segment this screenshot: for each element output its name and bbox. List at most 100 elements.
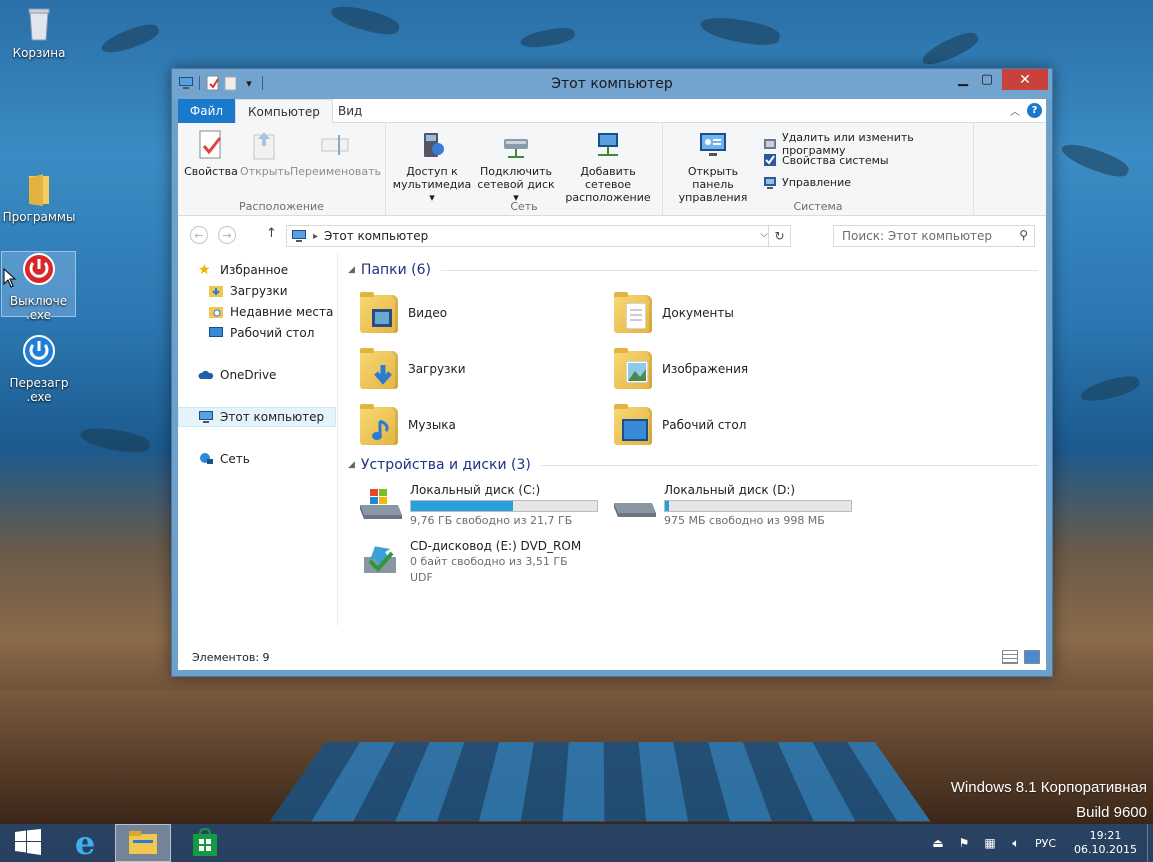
breadcrumb-chevron-icon[interactable]: ▸: [313, 231, 318, 242]
control-panel-icon: [697, 129, 729, 161]
status-bar: Элементов: 9: [178, 646, 1046, 670]
drive-item-d[interactable]: Локальный диск (D:) 975 МБ свободно из 9…: [612, 483, 862, 535]
start-button[interactable]: [0, 824, 56, 862]
nav-item-this-pc[interactable]: Этот компьютер: [178, 407, 336, 427]
taskbar-internet-explorer[interactable]: e: [57, 824, 113, 862]
clock[interactable]: 19:21 06.10.2015: [1074, 829, 1137, 857]
folder-item-desktop[interactable]: Рабочий стол: [612, 399, 852, 451]
refresh-button[interactable]: ↻: [768, 226, 790, 246]
action-center-flag-icon[interactable]: ⚑: [953, 835, 975, 851]
map-drive-button[interactable]: Подключить сетевой диск ▾: [476, 129, 556, 204]
collapse-ribbon-icon[interactable]: ︿: [1010, 103, 1020, 118]
forward-button[interactable]: →: [218, 226, 236, 244]
content-pane: ◢ Папки (6) Видео Документы Загрузки Изо…: [338, 253, 1046, 626]
media-access-button[interactable]: Доступ к мультимедиа ▾: [390, 129, 474, 204]
uninstall-icon: [763, 137, 777, 151]
windows-drive-icon: [358, 485, 404, 521]
search-input[interactable]: Поиск: Этот компьютер ⚲: [833, 225, 1035, 247]
folder-item-music[interactable]: Музыка: [358, 399, 598, 451]
help-icon[interactable]: ?: [1027, 103, 1042, 118]
address-history-dropdown-icon[interactable]: ⌵: [760, 229, 768, 240]
folder-item-pictures[interactable]: Изображения: [612, 343, 852, 395]
drive-name: Локальный диск (D:): [664, 483, 796, 497]
address-bar[interactable]: ▸ Этот компьютер ⌵ ↻: [286, 225, 791, 247]
downloads-folder-icon: [358, 347, 400, 391]
star-icon: ★: [198, 262, 211, 278]
nav-item-network[interactable]: Сеть: [178, 449, 336, 469]
tab-computer[interactable]: Компьютер: [235, 99, 333, 124]
manage-button[interactable]: Управление: [763, 175, 851, 189]
rename-button[interactable]: Переименовать: [290, 129, 381, 178]
music-folder-icon: [358, 403, 400, 447]
desktop-icon-restart[interactable]: Перезагр .exe: [0, 334, 78, 404]
drive-file-system: UDF: [410, 571, 433, 584]
drive-item-e[interactable]: CD-дисковод (E:) DVD_ROM 0 байт свободно…: [358, 539, 608, 587]
desktop-icon-label: Корзина: [12, 46, 66, 60]
collapse-triangle-icon: ◢: [348, 265, 355, 275]
taskbar-store[interactable]: [177, 824, 233, 862]
media-server-icon: [416, 129, 448, 161]
network-status-icon[interactable]: ▦: [979, 835, 1001, 851]
details-view-icon[interactable]: [1002, 650, 1018, 664]
volume-icon[interactable]: 🔈︎: [1005, 835, 1027, 851]
recent-places-icon: [208, 305, 224, 319]
group-label-system: Система: [793, 200, 843, 213]
item-count: Элементов: 9: [192, 651, 270, 664]
system-tray: ⏏ ⚑ ▦ 🔈︎ РУС 19:21 06.10.2015: [925, 824, 1153, 862]
ribbon-tabs: Файл Компьютер Вид ︿ ?: [178, 99, 1046, 124]
drive-item-c[interactable]: Локальный диск (C:) 9,76 ГБ свободно из …: [358, 483, 608, 535]
system-properties-button[interactable]: Свойства системы: [763, 153, 889, 167]
nav-item-recent[interactable]: Недавние места: [178, 302, 336, 322]
windows-logo-icon: [15, 828, 41, 858]
desktop-icon-programs[interactable]: Программы: [0, 168, 78, 224]
network-drive-icon: [500, 129, 532, 161]
desktop-icon-recycle-bin[interactable]: Корзина: [0, 4, 78, 60]
folders-section-header[interactable]: ◢ Папки (6): [348, 262, 1038, 278]
folder-item-video[interactable]: Видео: [358, 287, 598, 339]
add-network-location-button[interactable]: Добавить сетевое расположение: [558, 129, 658, 204]
tab-file[interactable]: Файл: [178, 99, 235, 123]
manage-icon: [763, 175, 777, 189]
search-icon[interactable]: ⚲: [1019, 228, 1028, 242]
video-folder-icon: [358, 291, 400, 335]
properties-button[interactable]: Свойства: [184, 129, 238, 178]
minimize-button[interactable]: ▁: [950, 69, 976, 90]
store-icon: [191, 827, 219, 859]
windows-build: Build 9600: [1076, 804, 1147, 821]
group-label-location: Расположение: [239, 200, 324, 213]
folder-icon: [19, 168, 59, 208]
nav-item-favorites[interactable]: ★ Избранное: [178, 260, 336, 280]
navigation-bar: ← → ↑ ▸ Этот компьютер ⌵ ↻ Поиск: Этот к…: [178, 216, 1046, 253]
windows-edition: Windows 8.1 Корпоративная: [950, 779, 1147, 796]
desktop-icon: [208, 326, 224, 340]
pictures-folder-icon: [612, 347, 654, 391]
explorer-window[interactable]: ▾ Этот компьютер ▁ ▢ ✕ Файл Компьютер Ви…: [171, 68, 1053, 677]
safely-remove-hardware-icon[interactable]: ⏏: [927, 835, 949, 851]
drive-free-space: 9,76 ГБ свободно из 21,7 ГБ: [410, 514, 573, 527]
desktop-icon-label: Выключе .exe: [9, 294, 68, 322]
title-bar[interactable]: ▾ Этот компьютер ▁ ▢ ✕: [172, 69, 1052, 99]
desktop-icon-label: Программы: [2, 210, 76, 224]
nav-item-onedrive[interactable]: OneDrive: [178, 365, 336, 385]
up-button[interactable]: ↑: [266, 226, 277, 241]
folder-item-downloads[interactable]: Загрузки: [358, 343, 598, 395]
control-panel-button[interactable]: Открыть панель управления: [667, 129, 759, 204]
drive-usage-fill: [411, 501, 514, 511]
maximize-button[interactable]: ▢: [974, 69, 1000, 90]
input-language-indicator[interactable]: РУС: [1035, 837, 1056, 850]
open-button[interactable]: Открыть: [240, 129, 290, 178]
nav-item-desktop[interactable]: Рабочий стол: [178, 323, 336, 343]
close-button[interactable]: ✕: [1002, 69, 1048, 90]
devices-section-header[interactable]: ◢ Устройства и диски (3): [348, 457, 1038, 473]
nav-item-downloads[interactable]: Загрузки: [178, 281, 336, 301]
tab-view[interactable]: Вид: [326, 99, 374, 123]
back-button[interactable]: ←: [190, 226, 208, 244]
folder-item-documents[interactable]: Документы: [612, 287, 852, 339]
taskbar-file-explorer[interactable]: [115, 824, 171, 862]
breadcrumb-item[interactable]: Этот компьютер: [324, 229, 428, 243]
show-desktop-button[interactable]: [1147, 824, 1153, 862]
clock-time: 19:21: [1089, 829, 1122, 842]
large-icons-view-icon[interactable]: [1024, 650, 1040, 664]
rename-icon: [319, 129, 351, 161]
onedrive-cloud-icon: [198, 368, 214, 382]
